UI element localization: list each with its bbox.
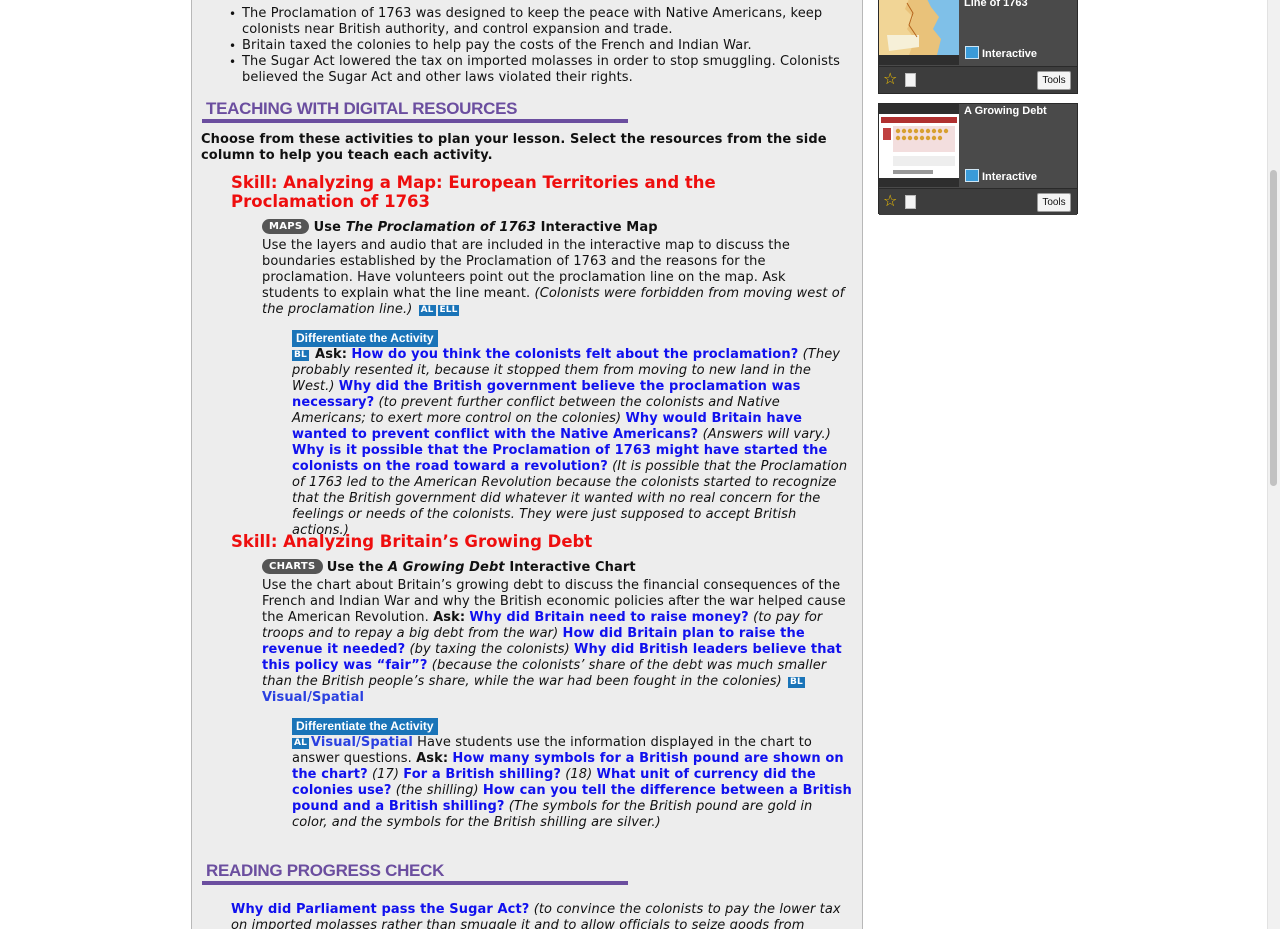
resource-card-growing-debt[interactable]: A Growing Debt Interactive ☆ Tools xyxy=(878,103,1078,215)
question-text: For a British shilling? xyxy=(403,767,561,782)
visual-spatial-link[interactable]: Visual/Spatial xyxy=(262,690,364,705)
list-item: Britain taxed the colonies to help pay t… xyxy=(229,38,852,54)
ask-label: Ask: xyxy=(315,347,348,362)
activity-heading-text: Use xyxy=(313,220,346,235)
page-scrollbar[interactable] xyxy=(1267,0,1280,929)
resource-title: A Growing Debt xyxy=(388,560,505,575)
reading-check-body: Why did Parliament pass the Sugar Act? (… xyxy=(231,902,841,929)
lesson-content: The Proclamation of 1763 was designed to… xyxy=(191,0,863,929)
ask-label: Ask: xyxy=(433,610,466,625)
differentiate-questions-1: BL Ask: How do you think the colonists f… xyxy=(292,347,857,539)
answer-text: (17) xyxy=(371,767,400,782)
differentiate-block-2: Differentiate the Activity xyxy=(292,715,438,735)
activity-heading-text: Interactive Map xyxy=(535,220,658,235)
card-toolbar: ☆ Tools xyxy=(879,66,1077,93)
chart-thumbnail[interactable] xyxy=(879,104,959,187)
teaching-section-title: TEACHING WITH DIGITAL RESOURCES xyxy=(202,99,628,123)
differentiate-label: Differentiate the Activity xyxy=(292,718,438,735)
al-badge: AL xyxy=(418,305,436,316)
ask-label: Ask: xyxy=(416,751,449,766)
differentiate-block-1: Differentiate the Activity xyxy=(292,327,438,347)
card-type: Interactive xyxy=(965,169,1037,184)
card-title[interactable]: Line of 1763 xyxy=(964,0,1028,10)
card-title[interactable]: A Growing Debt xyxy=(964,105,1047,118)
interactive-icon xyxy=(965,169,979,182)
differentiate-questions-2: AL Visual/Spatial Have students use the i… xyxy=(292,735,852,831)
document-icon[interactable] xyxy=(905,73,916,87)
answer-text: (Answers will vary.) xyxy=(702,427,831,442)
al-badge: AL xyxy=(292,738,309,749)
list-item: The Sugar Act lowered the tax on importe… xyxy=(229,54,852,86)
list-item: The Proclamation of 1763 was designed to… xyxy=(229,6,852,38)
differentiate-label: Differentiate the Activity xyxy=(292,330,438,347)
charts-activity-heading: CHARTS Use the A Growing Debt Interactiv… xyxy=(262,559,852,576)
skill-heading-debt: Skill: Analyzing Britain’s Growing Debt xyxy=(231,532,593,551)
star-icon[interactable]: ☆ xyxy=(883,193,897,209)
charts-activity-body: Use the chart about Britain’s growing de… xyxy=(262,578,854,706)
ell-badge: ELL xyxy=(437,305,460,316)
card-toolbar: ☆ Tools xyxy=(879,188,1077,215)
activity-heading-text: Use the xyxy=(326,560,389,575)
answer-text: (the shilling) xyxy=(395,783,479,798)
resource-card-proclamation[interactable]: Line of 1763 Interactive ☆ Tools xyxy=(878,0,1078,94)
scrollbar-thumb[interactable] xyxy=(1270,170,1277,486)
teaching-intro: Choose from these activities to plan you… xyxy=(201,132,827,163)
key-points-list: The Proclamation of 1763 was designed to… xyxy=(229,6,852,86)
answer-text: (by taxing the colonists) xyxy=(409,642,570,657)
chart-image xyxy=(879,114,959,178)
card-type-label: Interactive xyxy=(982,48,1038,60)
bl-badge: BL xyxy=(787,677,805,688)
maps-activity-heading: MAPS Use The Proclamation of 1763 Intera… xyxy=(262,219,852,236)
card-type: Interactive xyxy=(965,46,1037,61)
resource-title: The Proclamation of 1763 xyxy=(345,220,536,235)
maps-tag: MAPS xyxy=(262,219,310,234)
activity-heading-text: Interactive Chart xyxy=(504,560,636,575)
document-icon[interactable] xyxy=(905,195,916,209)
star-icon[interactable]: ☆ xyxy=(883,71,897,87)
bl-badge: BL xyxy=(292,350,309,361)
visual-spatial-link[interactable]: Visual/Spatial xyxy=(311,735,413,750)
card-type-label: Interactive xyxy=(982,171,1038,183)
reading-check-title: READING PROGRESS CHECK xyxy=(202,861,628,885)
map-thumbnail[interactable] xyxy=(879,0,959,65)
maps-activity-body: Use the layers and audio that are includ… xyxy=(262,238,847,318)
charts-tag: CHARTS xyxy=(262,559,323,574)
map-image xyxy=(879,0,959,55)
interactive-icon xyxy=(965,46,979,59)
question-text: How do you think the colonists felt abou… xyxy=(351,347,799,362)
tools-button[interactable]: Tools xyxy=(1037,71,1071,90)
question-text: Why did Parliament pass the Sugar Act? xyxy=(231,902,530,917)
skill-heading-map: Skill: Analyzing a Map: European Territo… xyxy=(231,173,716,211)
tools-button[interactable]: Tools xyxy=(1037,193,1071,212)
answer-text: (18) xyxy=(565,767,593,782)
question-text: Why did Britain need to raise money? xyxy=(469,610,749,625)
